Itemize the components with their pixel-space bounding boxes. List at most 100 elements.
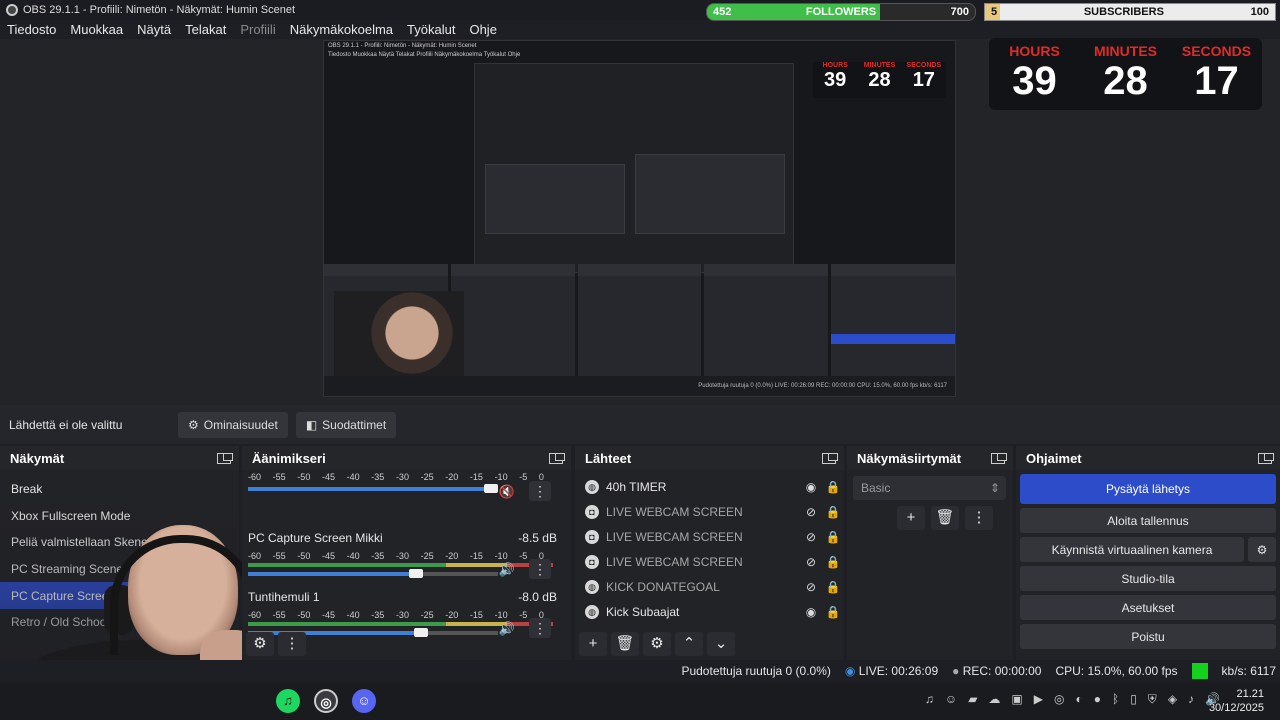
add-source-plus-icon[interactable]: + xyxy=(579,632,607,656)
advanced-audio-gear-icon[interactable]: ⚙ xyxy=(246,632,274,656)
network-icon[interactable]: ◈ xyxy=(1168,692,1177,707)
hours-label: HOURS xyxy=(1009,43,1060,59)
eye-slash-icon[interactable]: ⊘ xyxy=(800,580,822,594)
move-down-chevron-icon[interactable]: ⌄ xyxy=(707,632,735,656)
undock-icon[interactable] xyxy=(1258,452,1274,464)
speaker-icon[interactable]: 🔊 xyxy=(499,621,515,637)
chat-icon[interactable]: ● xyxy=(1094,692,1101,707)
followers-label: FOLLOWERS xyxy=(805,6,877,18)
bluetooth-icon[interactable]: ᛒ xyxy=(1112,692,1119,707)
eye-slash-icon[interactable]: ⊘ xyxy=(800,555,822,569)
undock-icon[interactable] xyxy=(991,452,1007,464)
menu-file[interactable]: Tiedosto xyxy=(0,22,63,37)
menu-help[interactable]: Ohje xyxy=(462,22,503,37)
source-item[interactable]: ◘ LIVE WEBCAM SCREEN ⊘ 🔒 xyxy=(575,499,844,524)
discord-tray-icon[interactable]: ☺ xyxy=(945,692,957,707)
source-name: 40h TIMER xyxy=(606,479,667,494)
eye-slash-icon[interactable]: ⊘ xyxy=(800,530,822,544)
remove-source-trash-icon[interactable]: 🗑 xyxy=(611,632,639,656)
volume-handle[interactable] xyxy=(483,484,498,493)
sources-toolbar: + 🗑 ⚙ ⌃ ⌄ xyxy=(579,632,735,656)
lock-icon[interactable]: 🔒 xyxy=(822,505,844,519)
undock-icon[interactable] xyxy=(217,452,233,464)
menu-docks[interactable]: Telakat xyxy=(178,22,233,37)
folder-icon[interactable]: ▣ xyxy=(1011,692,1022,707)
steam-icon[interactable]: ◐ xyxy=(1075,692,1082,707)
broadcast-icon: ◉ xyxy=(844,664,856,678)
source-name: LIVE WEBCAM SCREEN xyxy=(606,554,743,569)
volume-handle[interactable] xyxy=(413,628,428,637)
source-item[interactable]: ◘ LIVE WEBCAM SCREEN ⊘ 🔒 xyxy=(575,549,844,574)
source-item[interactable]: ◍ 40h TIMER ◉ 🔒 xyxy=(575,474,844,499)
exit-button[interactable]: Poistu xyxy=(1020,624,1276,649)
transition-menu-kebab-icon[interactable]: ⋮ xyxy=(965,506,993,530)
volume-slider[interactable] xyxy=(248,569,498,578)
usb-icon[interactable]: ▯ xyxy=(1130,692,1137,707)
volume-fill xyxy=(248,487,491,491)
menu-view[interactable]: Näytä xyxy=(130,22,178,37)
live-status: ◉ LIVE: 00:26:09 xyxy=(845,664,938,678)
obs-taskbar-icon[interactable]: ◎ xyxy=(314,689,338,713)
speaker-icon[interactable]: 🔊 xyxy=(499,562,515,578)
track-menu-kebab-icon[interactable]: ⋮ xyxy=(529,559,551,579)
track-name: PC Capture Screen Mikki xyxy=(248,531,383,545)
start-virtual-camera-button[interactable]: Käynnistä virtuaalinen kamera xyxy=(1020,537,1244,562)
track-menu-kebab-icon[interactable]: ⋮ xyxy=(529,481,551,501)
meter-tick-label: -60 xyxy=(248,551,262,561)
eye-icon[interactable]: ◉ xyxy=(800,480,822,494)
obs-tray-icon[interactable]: ◎ xyxy=(1054,692,1064,707)
studio-mode-button[interactable]: Studio-tila xyxy=(1020,566,1276,591)
source-properties-gear-icon[interactable]: ⚙ xyxy=(643,632,671,656)
virtual-camera-gear-icon[interactable]: ⚙ xyxy=(1248,537,1276,562)
system-clock[interactable]: 21.21 30/12/2025 xyxy=(1209,687,1264,715)
stop-stream-button[interactable]: Pysäytä lähetys xyxy=(1020,474,1276,504)
lock-icon[interactable]: 🔒 xyxy=(822,605,844,619)
undock-icon[interactable] xyxy=(549,452,565,464)
controls-header: Ohjaimet xyxy=(1016,446,1280,470)
properties-label: Ominaisuudet xyxy=(203,417,278,432)
spotify-icon[interactable]: ♫ xyxy=(276,689,300,713)
nvidia-icon[interactable]: ▰ xyxy=(968,692,977,707)
volume-slider[interactable] xyxy=(248,484,498,493)
lock-icon[interactable]: 🔒 xyxy=(822,555,844,569)
remove-transition-trash-icon[interactable]: 🗑 xyxy=(931,506,959,530)
nested-hours-value: 39 xyxy=(824,69,847,91)
track-menu-kebab-icon[interactable]: ⋮ xyxy=(529,618,551,638)
start-recording-button[interactable]: Aloita tallennus xyxy=(1020,508,1276,533)
nested-timer-minutes: MINUTES 28 xyxy=(857,62,901,98)
source-item[interactable]: ◘ LIVE WEBCAM SCREEN ⊘ 🔒 xyxy=(575,524,844,549)
filters-button[interactable]: ◧ Suodattimet xyxy=(295,411,397,438)
muted-speaker-icon[interactable]: 🔇 xyxy=(499,484,515,500)
mixer-menu-kebab-icon[interactable]: ⋮ xyxy=(278,632,306,656)
menu-scene-collection[interactable]: Näkymäkokoelma xyxy=(283,22,400,37)
shield-icon[interactable]: ⛨ xyxy=(1148,692,1157,707)
nested-mini-panel xyxy=(485,164,625,234)
globe-icon: ◍ xyxy=(585,479,599,494)
transition-select[interactable]: Basic ⇕ xyxy=(853,476,1006,500)
status-bar: Pudotettuja ruutuja 0 (0.0%) ◉ LIVE: 00:… xyxy=(0,660,1280,682)
subscribers-goal-bar: 5 SUBSCRIBERS 100 xyxy=(984,3,1276,21)
play-icon[interactable]: ▶ xyxy=(1034,692,1043,707)
eye-slash-icon[interactable]: ⊘ xyxy=(800,505,822,519)
microphone-icon[interactable]: ♪ xyxy=(1188,692,1194,707)
properties-button[interactable]: ⚙ Ominaisuudet xyxy=(178,411,288,438)
lock-icon[interactable]: 🔒 xyxy=(822,530,844,544)
eye-icon[interactable]: ◉ xyxy=(800,605,822,619)
lock-icon[interactable]: 🔒 xyxy=(822,480,844,494)
source-list: ◍ 40h TIMER ◉ 🔒 ◘ LIVE WEBCAM SCREEN ⊘ 🔒 ◘ LIVE W… xyxy=(575,474,844,624)
undock-icon[interactable] xyxy=(822,452,838,464)
menu-tools[interactable]: Työkalut xyxy=(400,22,462,37)
lock-icon[interactable]: 🔒 xyxy=(822,580,844,594)
volume-handle[interactable] xyxy=(408,569,423,578)
source-item[interactable]: ◍ KICK DONATEGOAL ⊘ 🔒 xyxy=(575,574,844,599)
meter-tick-label: -10 xyxy=(494,610,508,620)
source-item[interactable]: ◍ Kick Subaajat ◉ 🔒 xyxy=(575,599,844,624)
discord-icon[interactable]: ☺ xyxy=(352,689,376,713)
move-up-chevron-icon[interactable]: ⌃ xyxy=(675,632,703,656)
menu-profile[interactable]: Profiili xyxy=(233,22,282,37)
cloud-icon[interactable]: ☁ xyxy=(988,692,1000,707)
add-transition-plus-icon[interactable]: + xyxy=(897,506,925,530)
menu-edit[interactable]: Muokkaa xyxy=(63,22,130,37)
settings-button[interactable]: Asetukset xyxy=(1020,595,1276,620)
spotify-tray-icon[interactable]: ♫ xyxy=(925,692,934,707)
